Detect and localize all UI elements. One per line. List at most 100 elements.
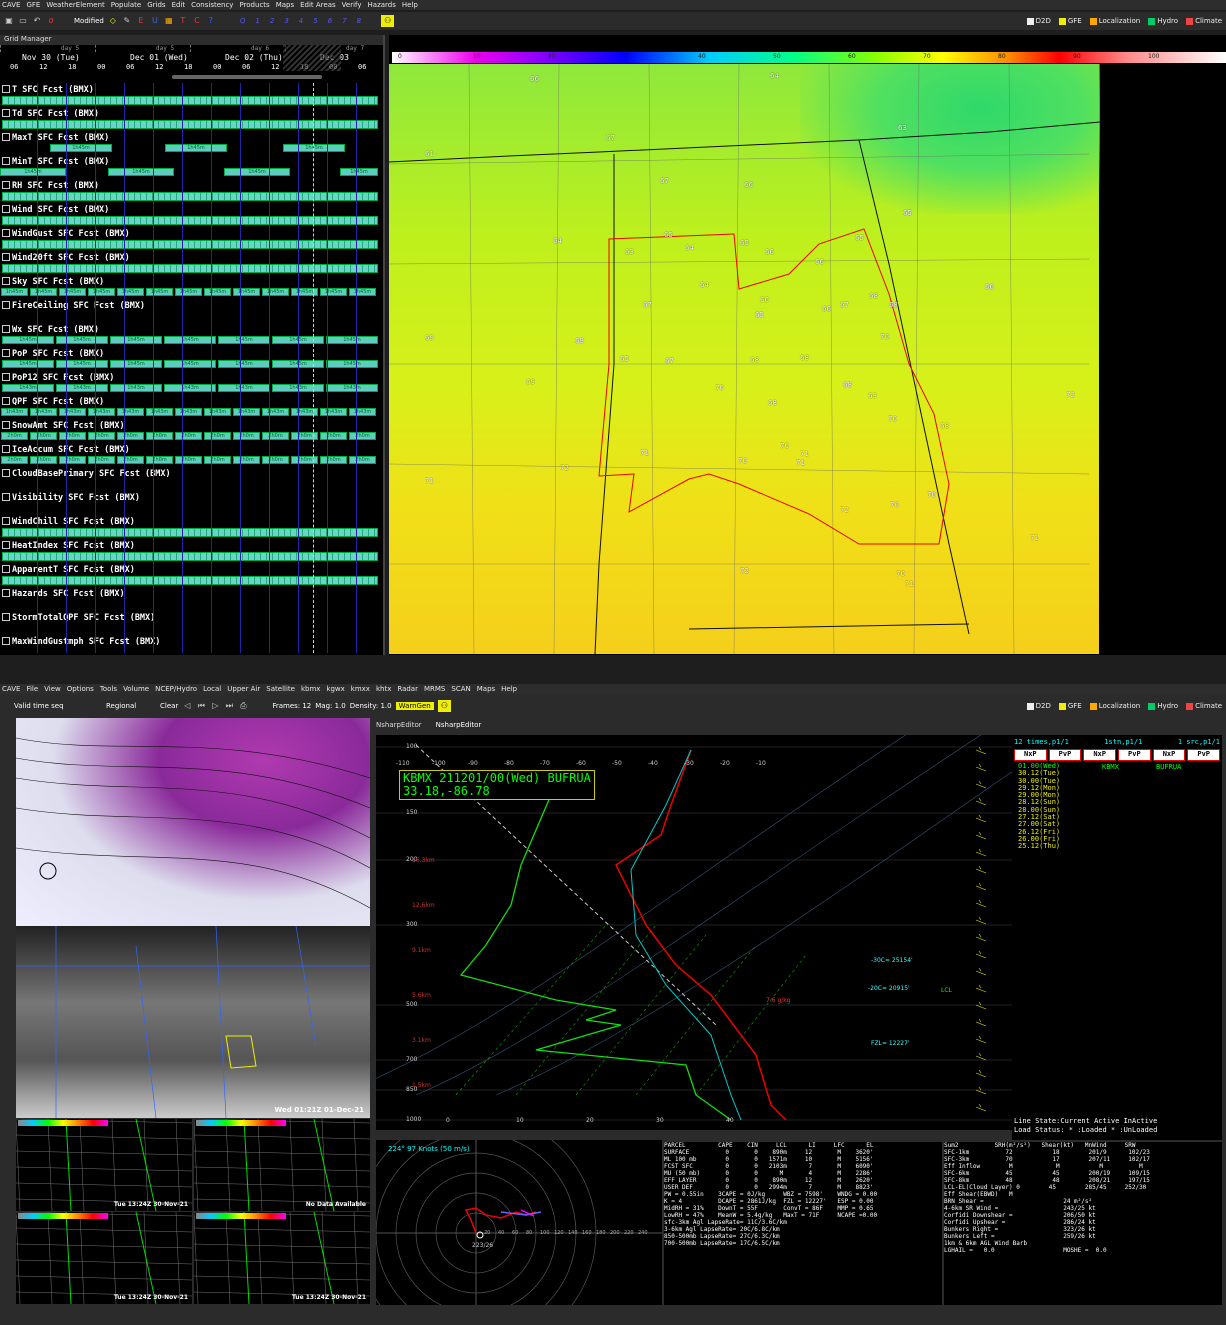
- menu-kbmx[interactable]: kbmx: [301, 685, 320, 693]
- element-checkbox[interactable]: [2, 109, 10, 117]
- grid-block[interactable]: 1h43m: [320, 408, 347, 416]
- grid-element-row[interactable]: T SFC Fcst (BMX): [0, 83, 380, 107]
- grid-block[interactable]: 2h0m: [1, 432, 28, 440]
- toolbar-number-5[interactable]: 5: [313, 17, 317, 25]
- grid-element-row[interactable]: Wx SFC Fcst (BMX) 1h45m 1h45m 1h45m 1h45m 1h4…: [0, 323, 380, 347]
- menu-weatherelement[interactable]: WeatherElement: [46, 1, 104, 9]
- grid-element-name[interactable]: Wx SFC Fcst (BMX): [2, 325, 99, 335]
- element-checkbox[interactable]: [2, 253, 10, 261]
- grid-element-name[interactable]: MaxT SFC Fcst (BMX): [2, 133, 109, 143]
- grid-element-name[interactable]: PoP SFC Fcst (BMX): [2, 349, 104, 359]
- grid-block[interactable]: 1h45m: [56, 336, 108, 344]
- diamond-icon[interactable]: ◇: [108, 15, 118, 27]
- menu-khtx[interactable]: khtx: [376, 685, 391, 693]
- element-checkbox[interactable]: [2, 229, 10, 237]
- model-height-pane[interactable]: [16, 718, 370, 926]
- grid-block[interactable]: 1h45m: [0, 168, 66, 176]
- menu-scan[interactable]: SCAN: [451, 685, 470, 693]
- grid-element-row[interactable]: Wind20ft SFC Fcst (BMX): [0, 251, 380, 275]
- toolbar-number-1[interactable]: 1: [255, 17, 259, 25]
- grid-block[interactable]: 2h0m: [146, 456, 173, 464]
- grid-block[interactable]: 2h0m: [30, 456, 57, 464]
- grid-element-row[interactable]: MaxT SFC Fcst (BMX) 1h45m 1h45m 1h45m: [0, 131, 380, 155]
- grid-block[interactable]: 1h43m: [326, 384, 378, 392]
- grid-element-row[interactable]: FireCeiling SFC Fcst (BMX): [0, 299, 380, 323]
- menu-cave[interactable]: CAVE: [2, 685, 20, 693]
- grid-block[interactable]: 1h45m: [218, 336, 270, 344]
- element-checkbox[interactable]: [2, 301, 10, 309]
- grid-block[interactable]: 2h0m: [59, 432, 86, 440]
- perspective-localization[interactable]: Localization: [1089, 17, 1140, 25]
- menu-hazards[interactable]: Hazards: [368, 1, 396, 9]
- grid-block[interactable]: 2h0m: [88, 456, 115, 464]
- grid-block[interactable]: [2, 576, 378, 585]
- grid-block[interactable]: 1h43m: [2, 384, 54, 392]
- grid-element-row[interactable]: Wind SFC Fcst (BMX): [0, 203, 380, 227]
- radar-pane[interactable]: Tue 13:24Z 30-Nov-21: [16, 1119, 192, 1211]
- grid-block[interactable]: 1h45m: [326, 336, 378, 344]
- element-checkbox[interactable]: [2, 181, 10, 189]
- grid-block[interactable]: 1h45m: [108, 168, 174, 176]
- time-scrollbar[interactable]: [172, 75, 322, 79]
- grid-element-row[interactable]: WindGust SFC Fcst (BMX): [0, 227, 380, 251]
- warngen-button[interactable]: WarnGen: [395, 702, 434, 710]
- grid-block[interactable]: 1h45m: [110, 336, 162, 344]
- grid-element-row[interactable]: PoP SFC Fcst (BMX) 1h45m 1h45m 1h45m 1h45m 1h…: [0, 347, 380, 371]
- grid-block[interactable]: 1h43m: [204, 408, 231, 416]
- grid-block[interactable]: 1h45m: [224, 168, 290, 176]
- grid-block[interactable]: 2h0m: [117, 456, 144, 464]
- grid-element-name[interactable]: WindChill SFC Fcst (BMX): [2, 517, 135, 527]
- grid-element-name[interactable]: RH SFC Fcst (BMX): [2, 181, 99, 191]
- grid-block[interactable]: 2h0m: [320, 456, 347, 464]
- grid-block[interactable]: 1h45m: [326, 360, 378, 368]
- density-select[interactable]: Density: 1.0: [350, 702, 392, 710]
- list-column-nxp[interactable]: NxP: [1014, 749, 1047, 761]
- grid-block[interactable]: 1h45m: [164, 336, 216, 344]
- grid-block[interactable]: [2, 96, 378, 105]
- grid-block[interactable]: 1h43m: [110, 384, 162, 392]
- grid-block[interactable]: [2, 120, 378, 129]
- station-id[interactable]: KBMX: [1102, 763, 1119, 771]
- grid-element-row[interactable]: StormTotalQPF SFC Fcst (BMX): [0, 611, 380, 635]
- element-checkbox[interactable]: [2, 589, 10, 597]
- grid-element-name[interactable]: QPF SFC Fcst (BMX): [2, 397, 104, 407]
- grid-block[interactable]: 1h45m: [117, 288, 144, 296]
- grid-element-name[interactable]: PoP12 SFC Fcst (BMX): [2, 373, 114, 383]
- menu-edit[interactable]: Edit: [172, 1, 186, 9]
- grid-block[interactable]: 2h0m: [117, 432, 144, 440]
- menu-radar[interactable]: Radar: [397, 685, 418, 693]
- list-column-pvp[interactable]: PvP: [1118, 749, 1151, 761]
- grid-block[interactable]: [2, 264, 378, 273]
- step-fwd-icon[interactable]: ⏭: [224, 700, 234, 712]
- grid-block[interactable]: [2, 240, 378, 249]
- grid-block[interactable]: 1h45m: [340, 168, 378, 176]
- grid-element-name[interactable]: Visibility SFC Fcst (BMX): [2, 493, 140, 503]
- perspective-d2d[interactable]: D2D: [1026, 702, 1051, 710]
- grid-element-name[interactable]: Sky SFC Fcst (BMX): [2, 277, 104, 287]
- element-checkbox[interactable]: [2, 637, 10, 645]
- grid-block[interactable]: 1h43m: [56, 384, 108, 392]
- perspective-hydro[interactable]: Hydro: [1148, 702, 1178, 710]
- menu-maps[interactable]: Maps: [276, 1, 294, 9]
- element-checkbox[interactable]: [2, 469, 10, 477]
- list-column-pvp[interactable]: PvP: [1187, 749, 1221, 761]
- element-checkbox[interactable]: [2, 565, 10, 573]
- perspective-gfe[interactable]: GFE: [1058, 17, 1082, 25]
- grid-element-name[interactable]: HeatIndex SFC Fcst (BMX): [2, 541, 135, 551]
- grid-element-name[interactable]: MaxWindGustmph SFC Fcst (BMX): [2, 637, 160, 647]
- menu-help[interactable]: Help: [402, 1, 418, 9]
- element-checkbox[interactable]: [2, 85, 10, 93]
- list-column-pvp[interactable]: PvP: [1048, 749, 1082, 761]
- grid-block[interactable]: 2h0m: [262, 456, 289, 464]
- select-icon[interactable]: ▭: [18, 15, 28, 27]
- perspective-hydro[interactable]: Hydro: [1148, 17, 1178, 25]
- grid-block[interactable]: 1h43m: [175, 408, 202, 416]
- menu-verify[interactable]: Verify: [342, 1, 362, 9]
- menu-mrms[interactable]: MRMS: [424, 685, 445, 693]
- grid-element-row[interactable]: RH SFC Fcst (BMX): [0, 179, 380, 203]
- menu-local[interactable]: Local: [203, 685, 221, 693]
- grid-block[interactable]: 1h45m: [320, 288, 347, 296]
- grid-block[interactable]: 1h45m: [349, 288, 376, 296]
- grid-block[interactable]: 1h45m: [110, 360, 162, 368]
- list-column-nxp[interactable]: NxP: [1152, 749, 1186, 761]
